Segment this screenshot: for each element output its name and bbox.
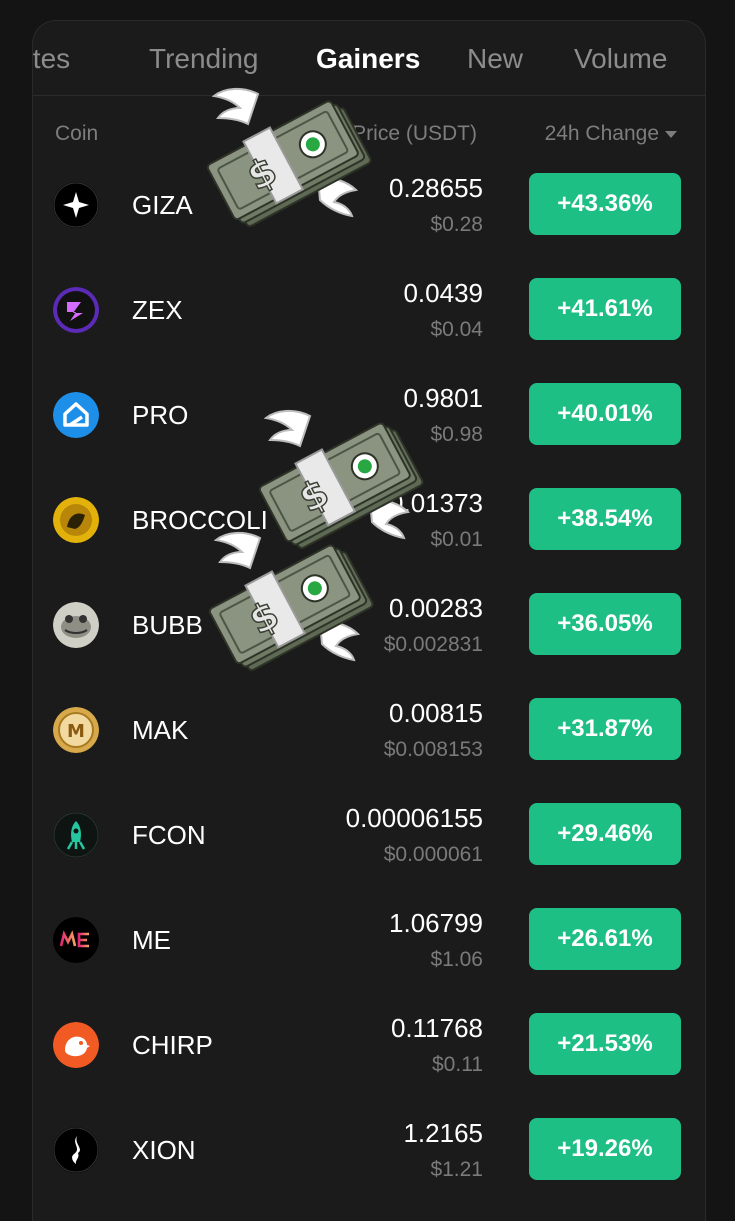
change-column-header[interactable]: 24h Change [545,122,677,146]
change-badge[interactable]: +19.26% [529,1118,681,1180]
coin-price: 0.9801 [403,383,483,413]
change-badge[interactable]: +21.53% [529,1013,681,1075]
mak-coin-icon: M [53,707,99,753]
coin-row[interactable]: XION 1.2165 $1.21 +19.26% [33,1118,705,1221]
coin-price: 0.00006155 [345,803,483,833]
coin-row[interactable]: PRO 0.9801 $0.98 +40.01% [33,383,705,488]
change-badge[interactable]: +29.46% [529,803,681,865]
pro-house-icon [53,392,99,438]
column-header: Coin Price (USDT) 24h Change [33,119,705,151]
me-wordmark-icon [53,917,99,963]
coin-row[interactable]: CHIRP 0.11768 $0.11 +21.53% [33,1013,705,1118]
tab-favorites[interactable]: Favorites [33,43,70,75]
coin-symbol: BROCCOLI [132,505,268,535]
coin-symbol: CHIRP [132,1030,213,1060]
chirp-bird-icon [53,1022,99,1068]
tab-gainers[interactable]: Gainers [316,43,420,75]
coin-usd-price: $0.28 [430,213,483,236]
change-badge[interactable]: +31.87% [529,698,681,760]
giza-star-icon [53,182,99,228]
coin-symbol: PRO [132,400,189,430]
coin-symbol: GIZA [132,190,193,220]
tab-new[interactable]: New [467,43,523,75]
zex-bolt-icon [53,287,99,333]
change-badge[interactable]: +26.61% [529,908,681,970]
broccoli-dog-icon [53,497,99,543]
coin-price: 1.06799 [389,908,483,938]
coin-row[interactable]: BUBB 0.00283 $0.002831 +36.05% [33,593,705,698]
coin-usd-price: $0.04 [430,318,483,341]
coin-usd-price: $0.11 [432,1053,483,1076]
coin-usd-price: $0.01 [430,528,483,551]
bubb-frog-icon [53,602,99,648]
coin-row[interactable]: FCON 0.00006155 $0.000061 +29.46% [33,803,705,908]
change-badge[interactable]: +40.01% [529,383,681,445]
coin-price: 0.0439 [403,278,483,308]
coin-usd-price: $1.21 [430,1158,483,1181]
change-badge[interactable]: +41.61% [529,278,681,340]
tab-volume[interactable]: Volume [574,43,667,75]
coin-symbol: XION [132,1135,196,1165]
price-column-header[interactable]: Price (USDT) [352,122,477,146]
coin-row[interactable]: BROCCOLI 0.01373 $0.01 +38.54% [33,488,705,593]
sort-caret-icon [665,130,677,138]
coin-symbol: ME [132,925,171,955]
coin-usd-price: $1.06 [430,948,483,971]
coin-price: 0.01373 [389,488,483,518]
change-badge[interactable]: +38.54% [529,488,681,550]
change-badge[interactable]: +43.36% [529,173,681,235]
coin-symbol: FCON [132,820,206,850]
coin-row[interactable]: M MAK 0.00815 $0.008153 +31.87% [33,698,705,803]
coin-column-header: Coin [55,122,99,145]
svg-text:M: M [67,721,85,742]
coin-row[interactable]: ZEX 0.0439 $0.04 +41.61% [33,278,705,383]
change-badge[interactable]: +36.05% [529,593,681,655]
coin-symbol: BUBB [132,610,203,640]
coin-usd-price: $0.002831 [383,633,483,656]
markets-panel: Favorites Trending Gainers New Volume Co… [32,20,706,1221]
coin-price: 0.28655 [389,173,483,203]
coin-price: 0.00815 [389,698,483,728]
coin-usd-price: $0.008153 [383,738,483,761]
coin-price: 1.2165 [403,1118,483,1148]
coin-usd-price: $0.000061 [383,843,483,866]
coin-row[interactable]: ME 1.06799 $1.06 +26.61% [33,908,705,1013]
change-column-label: 24h Change [544,122,659,145]
coin-symbol: MAK [132,715,189,745]
fcon-rocket-icon [53,812,99,858]
coin-price: 0.11768 [390,1013,483,1043]
coin-usd-price: $0.98 [430,423,483,446]
tab-trending[interactable]: Trending [149,43,258,75]
xion-flame-icon [53,1127,99,1173]
coin-symbol: ZEX [132,295,183,325]
coin-price: 0.00283 [389,593,483,623]
coin-row[interactable]: GIZA 0.28655 $0.28 +43.36% [33,173,705,278]
market-tabs: Favorites Trending Gainers New Volume [33,21,705,96]
